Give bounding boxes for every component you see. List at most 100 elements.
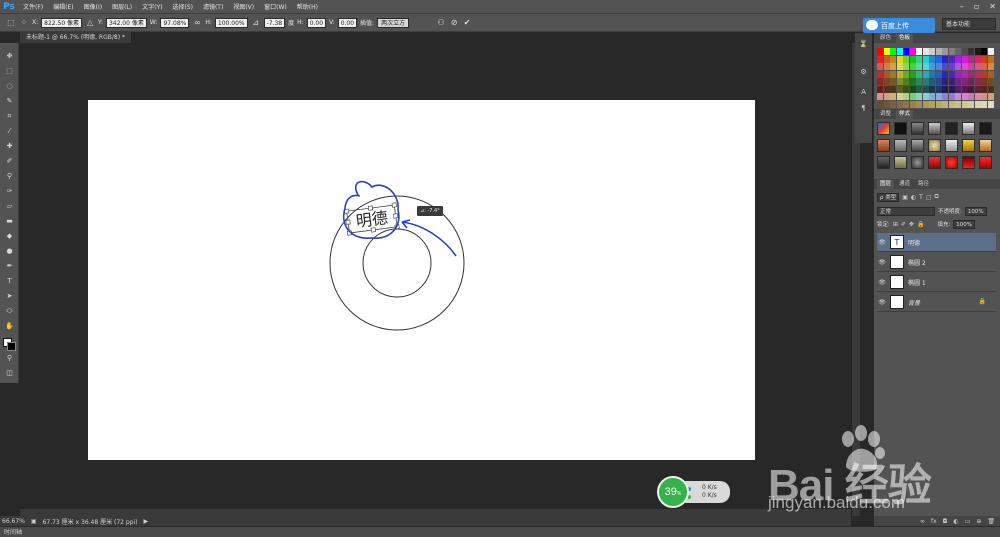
color-swatch[interactable] bbox=[955, 93, 961, 100]
style-preset[interactable] bbox=[962, 139, 975, 152]
color-swatch[interactable] bbox=[974, 78, 981, 85]
warp-icon[interactable]: ⚇ bbox=[436, 18, 446, 28]
workspace-select[interactable]: 基本功能 bbox=[942, 18, 996, 30]
interpolation-select[interactable]: 两次立方 bbox=[377, 17, 410, 28]
filter-adjust-icon[interactable]: ◐ bbox=[911, 194, 916, 201]
layer-row-text[interactable]: 👁 T 明德 bbox=[877, 233, 996, 252]
color-swatch[interactable] bbox=[922, 85, 929, 93]
marquee-tool-icon[interactable]: ⬚ bbox=[3, 66, 16, 76]
color-swatch[interactable] bbox=[968, 70, 974, 78]
color-swatch[interactable] bbox=[955, 85, 961, 93]
lock-pixels-icon[interactable]: ⊞ bbox=[893, 221, 898, 228]
color-swatch[interactable] bbox=[981, 100, 987, 108]
color-swatch[interactable] bbox=[909, 78, 916, 85]
color-swatch[interactable] bbox=[916, 78, 922, 85]
color-swatch[interactable] bbox=[961, 55, 968, 63]
color-swatch[interactable] bbox=[903, 55, 909, 63]
hand-tool-icon[interactable]: ✋ bbox=[3, 321, 16, 331]
color-swatch[interactable] bbox=[909, 48, 916, 55]
color-swatch[interactable] bbox=[935, 93, 942, 100]
color-swatch[interactable] bbox=[948, 55, 955, 63]
visibility-eye-icon[interactable]: 👁 bbox=[877, 279, 887, 286]
color-swatch[interactable] bbox=[961, 85, 968, 93]
color-swatch[interactable] bbox=[987, 100, 994, 108]
color-swatch[interactable] bbox=[903, 70, 909, 78]
color-swatch[interactable] bbox=[961, 93, 968, 100]
color-swatch[interactable] bbox=[877, 85, 883, 93]
quick-select-tool-icon[interactable]: ✎ bbox=[3, 96, 16, 106]
color-swatch[interactable] bbox=[903, 63, 909, 70]
color-swatch[interactable] bbox=[955, 55, 961, 63]
color-swatch[interactable] bbox=[981, 85, 987, 93]
paragraph-panel-icon[interactable]: ¶ bbox=[858, 103, 869, 113]
color-swatch[interactable] bbox=[896, 70, 903, 78]
color-swatch[interactable] bbox=[968, 55, 974, 63]
tab-swatches[interactable]: 色板 bbox=[896, 34, 914, 43]
new-group-icon[interactable]: ▭ bbox=[965, 518, 971, 525]
color-swatch[interactable] bbox=[935, 85, 942, 93]
maximize-icon[interactable]: ▫ bbox=[974, 2, 979, 11]
timeline-panel-tab[interactable]: 时间轴 bbox=[0, 526, 1000, 537]
color-swatch[interactable] bbox=[922, 78, 929, 85]
color-swatch[interactable] bbox=[948, 100, 955, 108]
minimize-icon[interactable]: – bbox=[960, 2, 964, 11]
hskew-field[interactable]: 0.00 bbox=[306, 17, 327, 28]
color-swatch[interactable] bbox=[981, 55, 987, 63]
expand-arrow-icon[interactable]: ▶ bbox=[144, 518, 149, 525]
eraser-tool-icon[interactable]: ▱ bbox=[3, 201, 16, 211]
filter-type-icon[interactable]: T bbox=[919, 194, 923, 201]
color-swatch[interactable] bbox=[883, 78, 890, 85]
color-swatch[interactable] bbox=[916, 85, 922, 93]
color-swatch[interactable] bbox=[883, 55, 890, 63]
baidu-upload-button[interactable]: 百度上传 bbox=[863, 18, 935, 33]
style-preset[interactable] bbox=[945, 139, 958, 152]
color-swatch[interactable] bbox=[955, 78, 961, 85]
color-swatch[interactable] bbox=[877, 100, 883, 108]
color-swatch[interactable] bbox=[896, 63, 903, 70]
color-swatch[interactable] bbox=[981, 93, 987, 100]
x-field[interactable]: 822.50 像素 bbox=[41, 17, 83, 28]
color-swatch[interactable] bbox=[968, 85, 974, 93]
color-swatch[interactable] bbox=[955, 63, 961, 70]
pen-tool-icon[interactable]: ✒ bbox=[3, 261, 16, 271]
color-swatch[interactable] bbox=[968, 63, 974, 70]
color-swatch[interactable] bbox=[942, 63, 948, 70]
tab-adjustments[interactable]: 调整 bbox=[877, 110, 894, 119]
color-swatch[interactable] bbox=[922, 48, 929, 55]
color-swatch[interactable] bbox=[922, 100, 929, 108]
layer-row-ellipse-2[interactable]: 👁 椭圆 2 bbox=[877, 253, 996, 272]
filter-shape-icon[interactable]: ▢ bbox=[926, 194, 932, 201]
color-swatch[interactable] bbox=[987, 93, 994, 100]
color-swatch[interactable] bbox=[890, 48, 896, 55]
color-swatch[interactable] bbox=[935, 55, 942, 63]
color-swatch[interactable] bbox=[909, 63, 916, 70]
menu-image[interactable]: 图像(I) bbox=[79, 2, 107, 11]
color-swatch[interactable] bbox=[922, 55, 929, 63]
color-swatch[interactable] bbox=[987, 70, 994, 78]
color-swatch[interactable] bbox=[877, 70, 883, 78]
color-swatch[interactable] bbox=[877, 55, 883, 63]
color-swatch[interactable] bbox=[877, 93, 883, 100]
color-swatch[interactable] bbox=[916, 48, 922, 55]
color-swatch[interactable] bbox=[890, 93, 896, 100]
color-swatch[interactable] bbox=[916, 100, 922, 108]
path-select-tool-icon[interactable]: ➤ bbox=[3, 291, 16, 301]
color-swatch[interactable] bbox=[948, 48, 955, 55]
filter-pixel-icon[interactable]: ▣ bbox=[902, 194, 908, 201]
color-swatch[interactable] bbox=[974, 85, 981, 93]
color-swatch[interactable] bbox=[942, 48, 948, 55]
blur-tool-icon[interactable]: ◆ bbox=[3, 231, 16, 241]
menu-help[interactable]: 帮助(H) bbox=[292, 2, 323, 11]
style-preset[interactable] bbox=[928, 122, 941, 135]
visibility-eye-icon[interactable]: 👁 bbox=[877, 299, 887, 306]
color-swatch[interactable] bbox=[955, 70, 961, 78]
color-swatch[interactable] bbox=[896, 100, 903, 108]
color-swatch[interactable] bbox=[955, 48, 961, 55]
color-swatch[interactable] bbox=[929, 78, 935, 85]
background-color-swatch[interactable] bbox=[7, 342, 16, 351]
color-swatch[interactable] bbox=[948, 85, 955, 93]
color-swatch[interactable] bbox=[987, 63, 994, 70]
color-swatch[interactable] bbox=[890, 100, 896, 108]
color-swatch[interactable] bbox=[987, 85, 994, 93]
ellipse-tool-icon[interactable]: ⬭ bbox=[3, 306, 16, 316]
